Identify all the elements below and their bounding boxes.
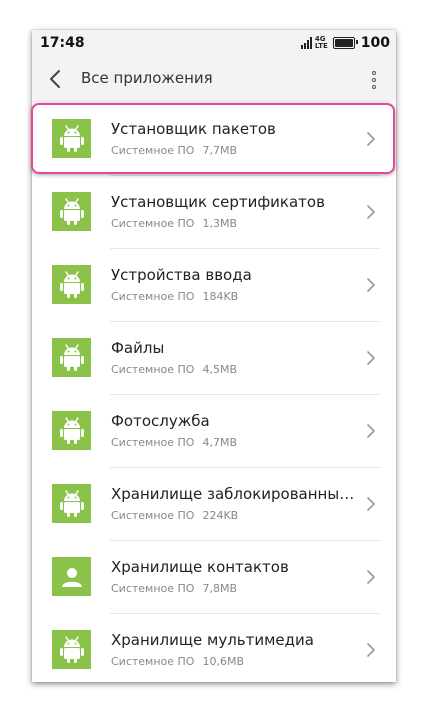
list-item[interactable]: Хранилище заблокированных… Системное ПО 2…: [32, 468, 396, 541]
chevron-right-icon: [367, 132, 375, 146]
app-name: Файлы: [111, 339, 165, 357]
app-list: Установщик пакетов Системное ПО 7,7MB Уст…: [32, 103, 396, 682]
list-item[interactable]: Устройства ввода Системное ПО 184KB: [32, 249, 396, 322]
more-options-button[interactable]: [366, 68, 382, 92]
android-icon: [59, 197, 84, 225]
more-vertical-icon: [372, 71, 376, 75]
app-icon: [52, 630, 91, 669]
app-name: Устройства ввода: [111, 266, 252, 284]
app-meta: Системное ПО 224KB: [111, 509, 238, 522]
battery-icon: [332, 37, 358, 49]
app-name: Хранилище заблокированных…: [111, 485, 363, 503]
app-meta: Системное ПО 1,3MB: [111, 217, 237, 230]
android-icon: [59, 270, 84, 298]
app-icon: [52, 192, 91, 231]
app-meta: Системное ПО 184KB: [111, 290, 238, 303]
app-meta: Системное ПО 4,5MB: [111, 363, 237, 376]
chevron-right-icon: [367, 205, 375, 219]
person-icon: [61, 567, 82, 587]
app-size: 1,3MB: [202, 217, 237, 230]
app-meta: Системное ПО 7,8MB: [111, 582, 237, 595]
phone-screen: 17:48 4G LTE 100 Все приложения Установщ…: [32, 30, 396, 682]
app-meta: Системное ПО 10,6MB: [111, 655, 244, 668]
android-icon: [59, 635, 84, 663]
android-icon: [59, 343, 84, 371]
app-name: Хранилище мультимедиа: [111, 631, 314, 649]
signal-icon: [300, 37, 312, 49]
list-item[interactable]: Файлы Системное ПО 4,5MB: [32, 322, 396, 395]
app-meta: Системное ПО 4,7MB: [111, 436, 237, 449]
app-type: Системное ПО: [111, 582, 195, 595]
app-name: Установщик пакетов: [111, 120, 276, 138]
back-button[interactable]: [42, 66, 68, 92]
app-size: 224KB: [202, 509, 239, 522]
app-icon: [52, 557, 91, 596]
app-type: Системное ПО: [111, 436, 195, 449]
battery-level: 100: [360, 35, 390, 51]
chevron-right-icon: [367, 278, 375, 292]
app-type: Системное ПО: [111, 144, 195, 157]
app-type: Системное ПО: [111, 217, 195, 230]
app-icon: [52, 265, 91, 304]
android-icon: [59, 416, 84, 444]
app-icon: [52, 119, 91, 158]
app-name: Фотослужба: [111, 412, 210, 430]
page-title: Все приложения: [81, 69, 213, 87]
list-item[interactable]: Фотослужба Системное ПО 4,7MB: [32, 395, 396, 468]
chevron-right-icon: [367, 570, 375, 584]
app-size: 10,6MB: [202, 655, 244, 668]
app-size: 7,8MB: [202, 582, 237, 595]
app-type: Системное ПО: [111, 655, 195, 668]
app-bar: Все приложения: [32, 56, 396, 102]
list-item[interactable]: Установщик пакетов Системное ПО 7,7MB: [32, 103, 396, 176]
list-item[interactable]: Установщик сертификатов Системное ПО 1,3M…: [32, 176, 396, 249]
status-bar: 17:48 4G LTE 100: [32, 30, 396, 56]
chevron-right-icon: [367, 424, 375, 438]
app-icon: [52, 338, 91, 377]
status-indicators: 4G LTE 100: [300, 35, 390, 51]
app-name: Хранилище контактов: [111, 558, 289, 576]
app-name: Установщик сертификатов: [111, 193, 325, 211]
app-type: Системное ПО: [111, 290, 195, 303]
network-type: 4G LTE: [315, 36, 328, 50]
chevron-right-icon: [367, 643, 375, 657]
network-type-bottom: LTE: [314, 42, 328, 50]
android-icon: [59, 489, 84, 517]
chevron-left-icon: [50, 70, 60, 88]
android-icon: [59, 124, 84, 152]
app-size: 7,7MB: [202, 144, 237, 157]
list-item[interactable]: Хранилище контактов Системное ПО 7,8MB: [32, 541, 396, 614]
app-icon: [52, 484, 91, 523]
status-time: 17:48: [40, 35, 85, 51]
app-type: Системное ПО: [111, 509, 195, 522]
app-size: 184KB: [202, 290, 239, 303]
app-size: 4,7MB: [202, 436, 237, 449]
app-size: 4,5MB: [202, 363, 237, 376]
chevron-right-icon: [367, 497, 375, 511]
chevron-right-icon: [367, 351, 375, 365]
app-type: Системное ПО: [111, 363, 195, 376]
app-meta: Системное ПО 7,7MB: [111, 144, 237, 157]
list-item[interactable]: Хранилище мультимедиа Системное ПО 10,6MB: [32, 614, 396, 682]
app-icon: [52, 411, 91, 450]
